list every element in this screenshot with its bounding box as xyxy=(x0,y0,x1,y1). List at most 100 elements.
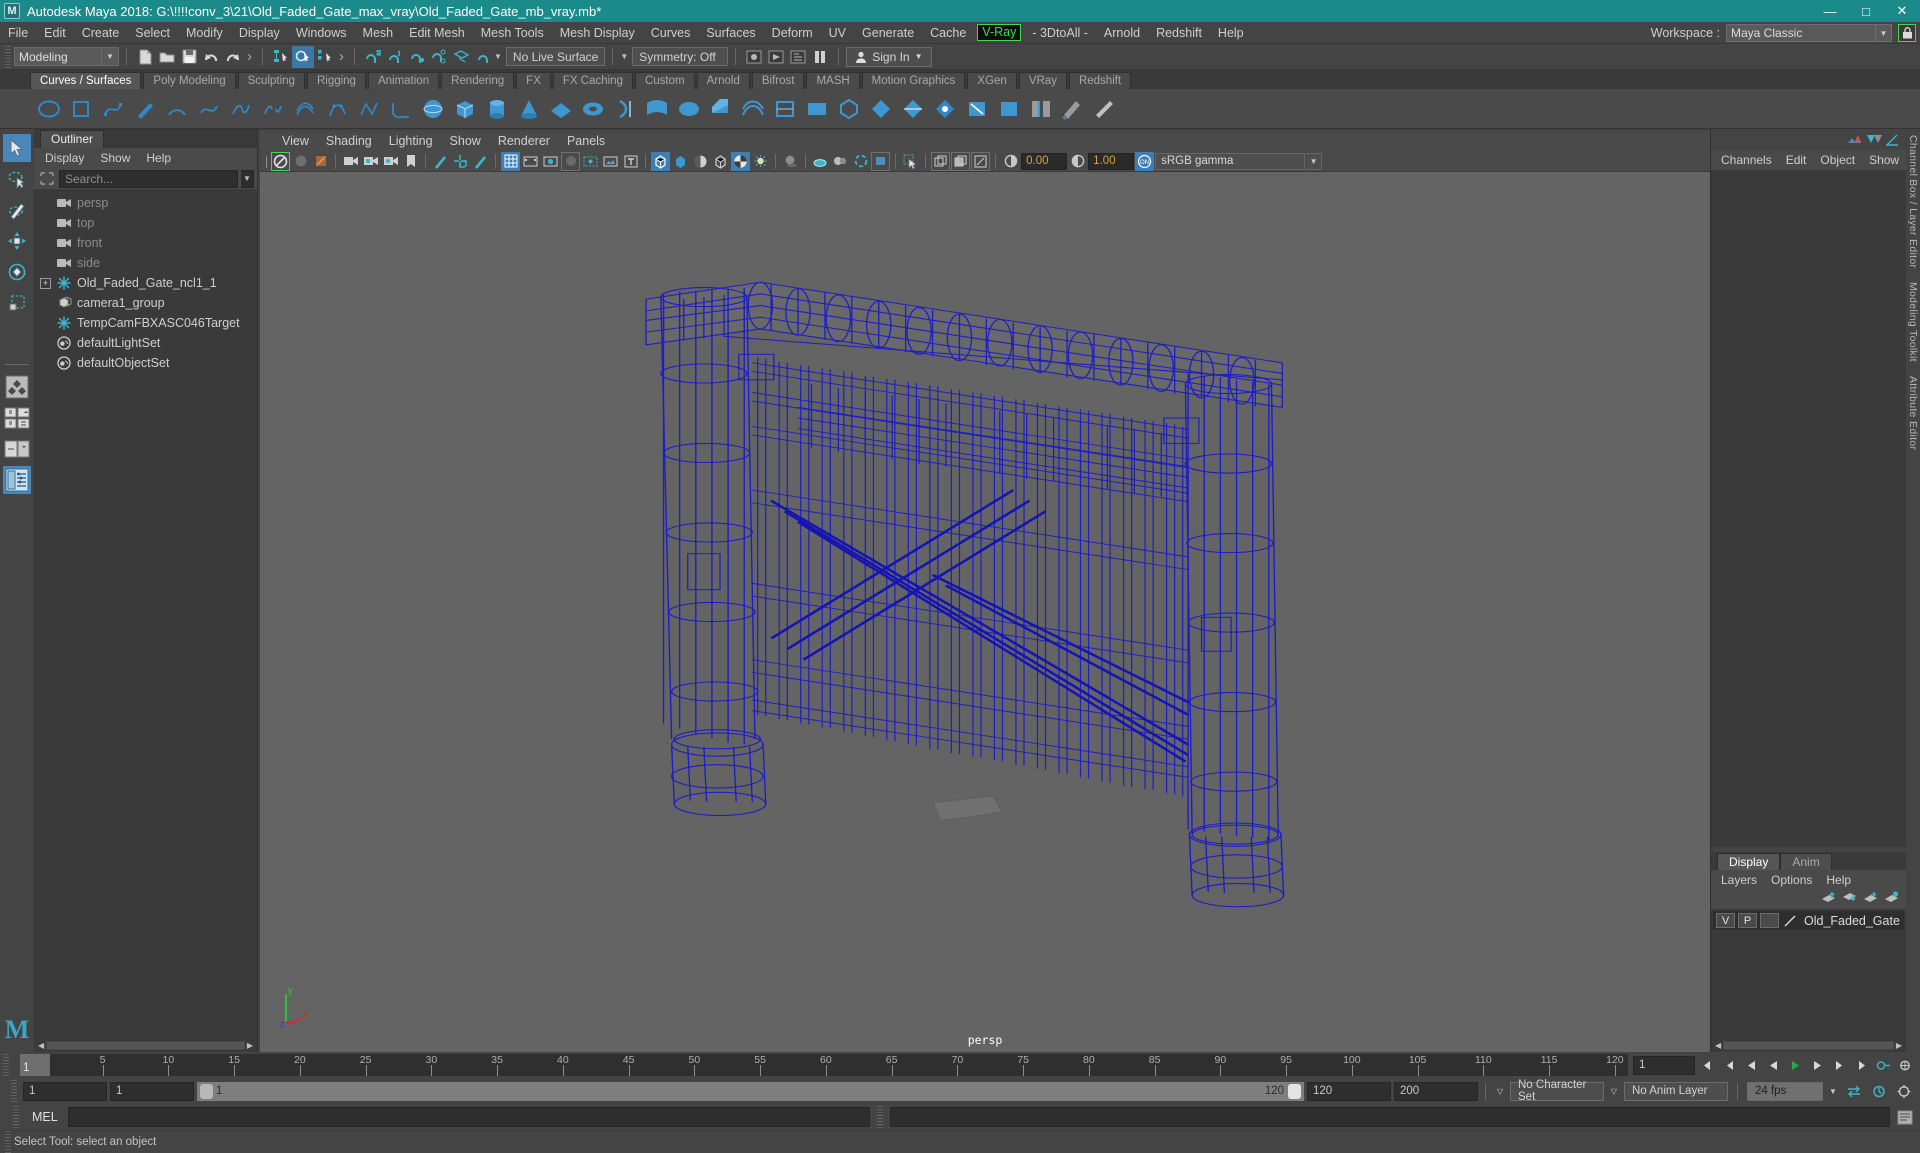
anim-layer-arrow-icon[interactable]: ▽ xyxy=(1607,1082,1621,1101)
detach-curves-icon[interactable] xyxy=(258,94,287,123)
persp-graph-layout[interactable] xyxy=(3,435,31,463)
four-view-layout[interactable] xyxy=(3,373,31,401)
select-object-icon[interactable] xyxy=(292,45,314,68)
revolve-icon[interactable] xyxy=(610,94,639,123)
color-space-field[interactable]: sRGB gamma xyxy=(1155,152,1306,170)
motion-blur-icon[interactable] xyxy=(811,152,830,171)
nurbs-cone-icon[interactable] xyxy=(514,94,543,123)
menu-item-vray[interactable]: V-Ray xyxy=(977,24,1022,41)
ao-icon[interactable] xyxy=(831,152,850,171)
make-live-icon[interactable] xyxy=(472,46,494,68)
character-set-arrow-icon[interactable]: ▽ xyxy=(1493,1082,1507,1101)
xray-toggle-icon[interactable] xyxy=(581,152,600,171)
shelf-tab-sculpting[interactable]: Sculpting xyxy=(237,72,305,89)
outliner-item-defaultobjectset[interactable]: defaultObjectSet xyxy=(34,353,257,373)
outliner-menu-display[interactable]: Display xyxy=(38,149,91,167)
toolbar-grip[interactable] xyxy=(5,45,11,68)
search-scope-icon[interactable] xyxy=(37,170,56,188)
planar-icon[interactable] xyxy=(674,94,703,123)
image-toggle-icon[interactable] xyxy=(601,152,620,171)
sculpt-surface-icon[interactable] xyxy=(1058,94,1087,123)
playback-frame-field[interactable]: 1 xyxy=(1633,1055,1695,1075)
close-button[interactable]: ✕ xyxy=(1884,0,1920,22)
outliner-item-persp[interactable]: persp xyxy=(34,193,257,213)
resize-view-icon[interactable] xyxy=(971,151,991,171)
image-plane-icon[interactable] xyxy=(431,152,450,171)
snap-to-point-icon[interactable] xyxy=(406,46,428,68)
lighting-toggle-icon[interactable] xyxy=(751,152,770,171)
command-language-label[interactable]: MEL xyxy=(26,1110,64,1124)
toolbar-collapse-icon-2[interactable]: › xyxy=(339,48,344,65)
timeslider-grip[interactable] xyxy=(3,1054,9,1076)
maximize-button[interactable]: □ xyxy=(1848,0,1884,22)
layer-display-type-toggle[interactable] xyxy=(1760,913,1779,928)
exposure-icon[interactable] xyxy=(1001,152,1020,171)
layer-menu-options[interactable]: Options xyxy=(1764,871,1819,889)
rotate-tool[interactable] xyxy=(3,258,31,286)
menu-item-file[interactable]: File xyxy=(0,22,36,44)
snap-to-view-plane-icon[interactable] xyxy=(450,46,472,68)
scroll-right-icon[interactable]: ▶ xyxy=(1894,1041,1904,1050)
chevron-down-icon[interactable]: ▼ xyxy=(1876,24,1892,42)
menu-item-surfaces[interactable]: Surfaces xyxy=(698,22,763,44)
channelbox-menu-edit[interactable]: Edit xyxy=(1779,151,1814,170)
redo-icon[interactable] xyxy=(222,46,244,68)
ipr-render-icon[interactable] xyxy=(765,46,787,68)
select-tool[interactable] xyxy=(3,134,31,162)
channelbox-body[interactable] xyxy=(1711,170,1906,847)
anim-layer-field[interactable]: No Anim Layer xyxy=(1624,1081,1728,1101)
commandline-grip[interactable] xyxy=(13,1106,19,1128)
untrim-icon[interactable] xyxy=(994,94,1023,123)
menu-item-edit[interactable]: Edit xyxy=(36,22,74,44)
anim-end-field[interactable]: 120 xyxy=(1307,1081,1391,1101)
time-slider-track[interactable]: 5 10 15 20 25 30 35 40 45 50 55 60 65 70 75 80 85 90 95 100… xyxy=(50,1054,1628,1076)
lock-icon[interactable] xyxy=(1898,24,1916,42)
sign-in-button[interactable]: Sign In ▼ xyxy=(846,46,932,67)
show-manipulator-icon[interactable] xyxy=(1846,132,1863,148)
menu-item-select[interactable]: Select xyxy=(127,22,178,44)
command-input[interactable] xyxy=(67,1107,870,1127)
workspace-value[interactable]: Maya Classic xyxy=(1726,24,1876,42)
snap-to-projected-center-icon[interactable] xyxy=(428,46,450,68)
outliner-item-defaultlightset[interactable]: defaultLightSet xyxy=(34,333,257,353)
toolbar-handle[interactable]: | xyxy=(263,154,270,168)
range-bar[interactable]: 1 120 xyxy=(197,1081,1304,1101)
duplicate-view-icon[interactable] xyxy=(951,151,971,171)
menu-item-mesh-tools[interactable]: Mesh Tools xyxy=(473,22,552,44)
snapshot-icon[interactable] xyxy=(931,151,951,171)
attach-curves-icon[interactable] xyxy=(226,94,255,123)
menu-item-create[interactable]: Create xyxy=(74,22,128,44)
nurbs-torus-icon[interactable] xyxy=(578,94,607,123)
channelbox-menu-channels[interactable]: Channels xyxy=(1714,151,1779,170)
new-scene-icon[interactable] xyxy=(134,46,156,68)
camera-attributes-icon[interactable] xyxy=(341,152,360,171)
render-settings-icon[interactable] xyxy=(787,46,809,68)
curve-edit-icon[interactable] xyxy=(194,94,223,123)
save-scene-icon[interactable] xyxy=(178,46,200,68)
animation-preferences-icon[interactable] xyxy=(1868,1081,1890,1101)
birail-icon[interactable] xyxy=(738,94,767,123)
extrude-icon[interactable] xyxy=(706,94,735,123)
surface-fillet-icon[interactable] xyxy=(1026,94,1055,123)
channel-box-toggle-icon[interactable] xyxy=(1865,132,1882,148)
bookmark-camera-icon[interactable] xyxy=(311,152,330,171)
bookmark-icon[interactable] xyxy=(401,152,420,171)
step-forward-key-icon[interactable] xyxy=(1829,1055,1849,1075)
text-toggle-icon[interactable] xyxy=(621,152,640,171)
attribute-editor-toggle-icon[interactable] xyxy=(1884,132,1901,148)
toolbar-collapse-icon[interactable]: › xyxy=(247,48,252,65)
viewport-menu-show[interactable]: Show xyxy=(442,132,489,151)
menu-item-redshift[interactable]: Redshift xyxy=(1148,22,1210,44)
menuset-select[interactable]: Modeling ▼ xyxy=(14,47,119,66)
fps-field[interactable]: 24 fps xyxy=(1747,1081,1823,1101)
offset-curve-icon[interactable] xyxy=(290,94,319,123)
step-back-key-icon[interactable] xyxy=(1719,1055,1739,1075)
render-current-frame-icon[interactable] xyxy=(743,46,765,68)
shadows-icon[interactable] xyxy=(781,152,800,171)
lock-camera-icon[interactable] xyxy=(291,152,310,171)
workspace-select[interactable]: Maya Classic ▼ xyxy=(1726,24,1892,42)
viewport-menu-lighting[interactable]: Lighting xyxy=(381,132,441,151)
shelf-tab-poly-modeling[interactable]: Poly Modeling xyxy=(143,72,236,89)
menu-item-arnold[interactable]: Arnold xyxy=(1096,22,1148,44)
ep-curve-tool-icon[interactable] xyxy=(98,94,127,123)
